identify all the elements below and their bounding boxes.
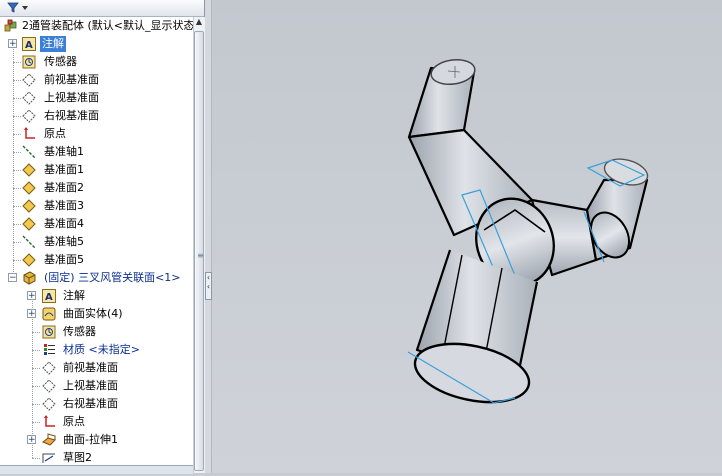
tree-item-label: 上视基准面 [63, 379, 118, 392]
tree-item-label: 传感器 [63, 325, 96, 338]
ref-plane-icon [22, 181, 36, 195]
expand-plus-icon[interactable]: + [8, 39, 17, 49]
annotation-icon: A [22, 37, 36, 51]
tree-item-plane3[interactable]: 基准面3 [0, 197, 190, 215]
plane-icon [42, 379, 56, 393]
extrude-surface-icon [42, 433, 56, 447]
tree-root-label: 2通管装配体 (默认<默认_显示状态-1>) [22, 19, 193, 32]
plane-icon [42, 361, 56, 375]
tree-item-label: 基准面1 [44, 163, 84, 176]
ref-plane-icon [22, 253, 36, 267]
tree-child-right-plane[interactable]: 右视基准面 [0, 395, 190, 413]
plane-icon [42, 397, 56, 411]
tree-item-label: (固定) 三叉风管关联面<1> [44, 271, 181, 284]
graphics-viewport[interactable] [212, 0, 722, 473]
surface-bodies-icon [42, 307, 56, 321]
tree-item-sensors[interactable]: 传感器 [0, 53, 190, 71]
tree-item-plane4[interactable]: 基准面4 [0, 215, 190, 233]
tree-item-label: 原点 [44, 127, 66, 140]
tree-item-label: 材质 <未指定> [63, 343, 140, 356]
feature-manager-panel: 2通管装配体 (默认<默认_显示状态-1>) + A 注解 传感器 前视基准面 [0, 0, 205, 474]
tree-item-label: 基准轴1 [44, 145, 84, 158]
tree-item-label: 曲面实体(4) [63, 307, 123, 320]
tree-item-label: 传感器 [44, 55, 77, 68]
plane-icon [22, 109, 36, 123]
plane-icon [22, 91, 36, 105]
feature-tree: 2通管装配体 (默认<默认_显示状态-1>) + A 注解 传感器 前视基准面 [0, 17, 193, 473]
scrollbar-thumb[interactable]: ≡ [194, 31, 204, 471]
tree-item-label: 基准面3 [44, 199, 84, 212]
expand-plus-icon[interactable]: + [27, 309, 36, 319]
expand-plus-icon[interactable]: + [27, 291, 36, 301]
assembly-icon [4, 19, 18, 33]
filter-icon[interactable] [6, 1, 34, 14]
scroll-up-arrow-icon[interactable]: ▲ [194, 17, 204, 30]
tree-item-label: 基准轴5 [44, 235, 84, 248]
tree-child-surface-bodies[interactable]: + 曲面实体(4) [0, 305, 190, 323]
tree-item-plane5[interactable]: 基准面5 [0, 251, 190, 269]
tree-item-label: 上视基准面 [44, 91, 99, 104]
tree-item-label: 基准面4 [44, 217, 84, 230]
tree-item-plane1[interactable]: 基准面1 [0, 161, 190, 179]
collapse-panel-handle[interactable]: ‹ ‹ [205, 272, 212, 300]
ref-plane-icon [22, 199, 36, 213]
grip-icon: ≡ [197, 251, 204, 260]
tree-item-annotations[interactable]: + A 注解 [0, 35, 190, 53]
tree-item-label: 注解 [40, 36, 66, 52]
tree-child-front-plane[interactable]: 前视基准面 [0, 359, 190, 377]
tree-item-label: 注解 [63, 289, 85, 302]
plane-icon [22, 73, 36, 87]
tree-item-right-plane[interactable]: 右视基准面 [0, 107, 190, 125]
3d-model-view[interactable] [212, 0, 722, 473]
tree-item-label: 原点 [63, 415, 85, 428]
panel-splitter[interactable] [205, 0, 212, 473]
tree-item-label: 基准面2 [44, 181, 84, 194]
tree-child-origin[interactable]: 原点 [0, 413, 190, 431]
ref-plane-icon [22, 217, 36, 231]
tree-item-label: 基准面5 [44, 253, 84, 266]
annotation-icon: A [42, 289, 56, 303]
ref-plane-icon [22, 163, 36, 177]
svg-text:A: A [25, 40, 33, 51]
tree-item-label: 前视基准面 [44, 73, 99, 86]
tree-child-surface-extrude[interactable]: + 曲面-拉伸1 [0, 431, 190, 449]
tree-root[interactable]: 2通管装配体 (默认<默认_显示状态-1>) [2, 17, 193, 35]
filter-toolbar [0, 0, 204, 17]
tree-scrollbar[interactable]: ▲ ≡ [193, 17, 205, 473]
part-icon [22, 271, 36, 285]
collapse-minus-icon[interactable]: − [8, 273, 17, 283]
tree-item-origin[interactable]: 原点 [0, 125, 190, 143]
tree-item-front-plane[interactable]: 前视基准面 [0, 71, 190, 89]
tree-child-material[interactable]: 材质 <未指定> [0, 341, 190, 359]
sensor-icon [22, 55, 36, 69]
tree-item-part[interactable]: − (固定) 三叉风管关联面<1> [0, 269, 192, 287]
tree-item-plane2[interactable]: 基准面2 [0, 179, 190, 197]
tree-child-top-plane[interactable]: 上视基准面 [0, 377, 190, 395]
tree-item-axis5[interactable]: 基准轴5 [0, 233, 190, 251]
axis-icon [22, 235, 36, 249]
sketch-icon [42, 451, 56, 465]
svg-text:A: A [45, 292, 53, 303]
tree-item-label: 右视基准面 [63, 397, 118, 410]
tree-item-label: 右视基准面 [44, 109, 99, 122]
expand-plus-icon[interactable]: + [27, 435, 36, 445]
tree-item-top-plane[interactable]: 上视基准面 [0, 89, 190, 107]
tree-item-axis1[interactable]: 基准轴1 [0, 143, 190, 161]
tree-child-annotations[interactable]: + A 注解 [0, 287, 190, 305]
axis-icon [22, 145, 36, 159]
origin-icon [22, 127, 36, 141]
material-icon [42, 343, 56, 357]
tree-item-label: 前视基准面 [63, 361, 118, 374]
tree-item-label: 曲面-拉伸1 [63, 433, 118, 446]
tree-child-sensors[interactable]: 传感器 [0, 323, 190, 341]
sensor-icon [42, 325, 56, 339]
origin-icon [42, 415, 56, 429]
